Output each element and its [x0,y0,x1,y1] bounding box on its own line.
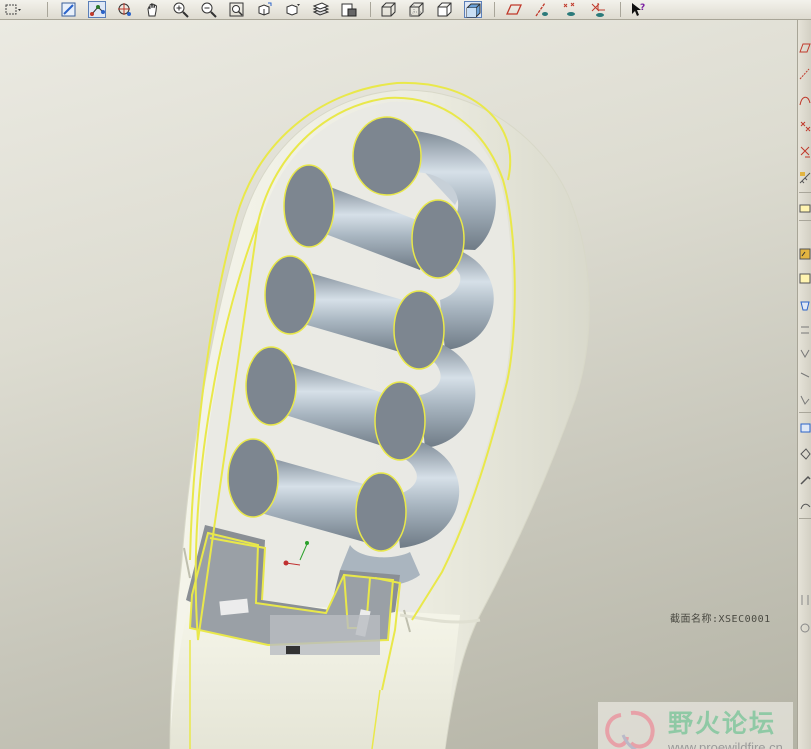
extrude-icon[interactable] [799,200,811,214]
merge-icon[interactable] [799,498,811,512]
csys-display-icon[interactable] [589,1,607,18]
wireframe-icon[interactable] [380,1,398,18]
top-toolbar: ? [0,0,811,20]
tube-end-cap [264,255,316,335]
reorient-icon[interactable] [256,1,274,18]
pan-hand-icon[interactable] [144,1,162,18]
hole-icon[interactable] [799,322,811,336]
no-hidden-icon[interactable] [436,1,454,18]
svg-text:?: ? [640,3,645,13]
tube-end-cap [393,290,445,370]
point-display-icon[interactable] [561,1,579,18]
trim-icon[interactable] [799,592,811,606]
cross-section-name-label: 截面名称:XSEC0001 [670,614,771,625]
shading-icon[interactable] [464,1,482,18]
select-box-icon[interactable] [3,1,21,18]
forum-url: www.proewildfire.cn [668,740,783,749]
tube-end-cap [411,199,465,279]
datum-point-tool-icon[interactable] [799,118,811,132]
tube-end-cap [355,472,407,552]
spin-center-icon[interactable] [116,1,134,18]
model-setup-icon[interactable] [340,1,358,18]
blend-icon[interactable] [799,298,811,312]
tube-end-cap [245,346,297,426]
datum-axis-display-icon[interactable] [533,1,551,18]
tube-end-cap [374,381,426,461]
shell-icon[interactable] [799,346,811,360]
datum-curve-icon[interactable] [799,92,811,106]
hidden-line-icon[interactable] [408,1,426,18]
datum-plane-display-icon[interactable] [505,1,523,18]
sweep-icon[interactable] [799,270,811,284]
refit-icon[interactable] [228,1,246,18]
forum-watermark: 野火论坛 www.proewildfire.cn [598,702,793,749]
datum-axis-icon[interactable] [799,66,811,80]
draft-icon[interactable] [799,392,811,406]
datum-plane-icon[interactable] [799,40,811,54]
forum-logo [605,710,655,749]
datum-csys-icon[interactable] [799,144,811,158]
analysis-icon[interactable] [799,170,811,184]
tube-end-cap [283,164,335,248]
forum-title: 野火论坛 [668,709,777,738]
chamfer-icon[interactable] [799,446,811,460]
layers-icon[interactable] [312,1,330,18]
coil-lamp-model [169,81,590,749]
tube-end-cap [352,116,422,196]
zoom-in-icon[interactable] [172,1,190,18]
rib-icon[interactable] [799,368,811,382]
graphics-viewport[interactable]: 截面名称:XSEC0001 野火论坛 www.proewildfire.cn [0,20,797,749]
zoom-out-icon[interactable] [200,1,218,18]
right-feature-toolbar [797,20,811,749]
datum-point-icon[interactable] [88,1,106,18]
context-help-icon[interactable]: ? [630,1,648,18]
pattern-icon[interactable] [799,620,811,634]
saved-views-icon[interactable] [284,1,302,18]
sketch-icon[interactable] [60,1,78,18]
tube-end-cap [227,438,279,518]
mirror-icon[interactable] [799,472,811,486]
round-icon[interactable] [799,420,811,434]
revolve-icon[interactable] [799,246,811,260]
